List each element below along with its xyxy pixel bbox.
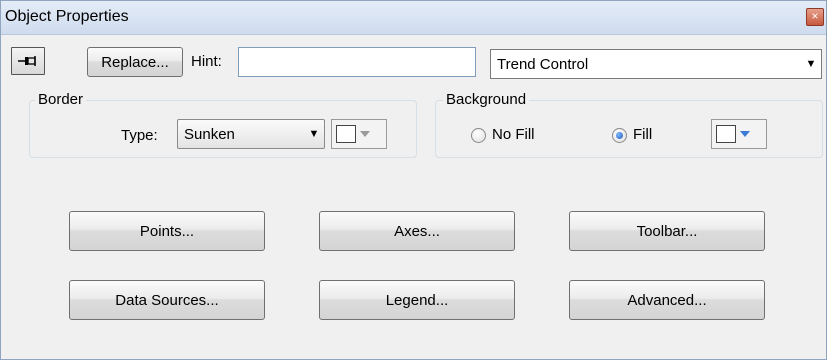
hint-label: Hint: [191, 53, 222, 70]
chevron-down-icon: ▼ [805, 58, 817, 70]
background-group-title: Background [443, 91, 530, 108]
background-color-swatch [716, 125, 736, 143]
data-sources-button[interactable]: Data Sources... [69, 280, 265, 320]
border-color-swatch [336, 125, 356, 143]
title-bar: Object Properties × [1, 1, 826, 35]
border-type-combo[interactable]: Sunken ▼ [177, 119, 325, 149]
fill-radio[interactable] [612, 128, 627, 143]
fill-label: Fill [633, 126, 653, 143]
toolbar-button[interactable]: Toolbar... [569, 211, 765, 251]
dropdown-arrow-icon [360, 131, 370, 137]
legend-button[interactable]: Legend... [319, 280, 515, 320]
pin-button[interactable] [11, 47, 45, 75]
replace-button[interactable]: Replace... [87, 47, 183, 77]
dropdown-arrow-icon [740, 131, 750, 137]
border-color-picker[interactable] [331, 119, 387, 149]
hint-input[interactable] [238, 47, 476, 77]
no-fill-label: No Fill [492, 126, 535, 143]
no-fill-radio[interactable] [471, 128, 486, 143]
object-type-combo[interactable]: Trend Control ▼ [490, 49, 822, 79]
border-type-value: Sunken [184, 125, 235, 143]
object-type-value: Trend Control [497, 55, 589, 73]
pin-icon [18, 56, 36, 66]
border-type-label: Type: [121, 127, 158, 144]
background-color-picker[interactable] [711, 119, 767, 149]
advanced-button[interactable]: Advanced... [569, 280, 765, 320]
points-button[interactable]: Points... [69, 211, 265, 251]
close-icon[interactable]: × [806, 8, 824, 26]
border-group-title: Border [35, 91, 87, 108]
window-title: Object Properties [5, 8, 129, 25]
axes-button[interactable]: Axes... [319, 211, 515, 251]
chevron-down-icon: ▼ [308, 128, 320, 140]
object-properties-dialog: Object Properties × Replace... Hint: Tre… [0, 0, 827, 360]
